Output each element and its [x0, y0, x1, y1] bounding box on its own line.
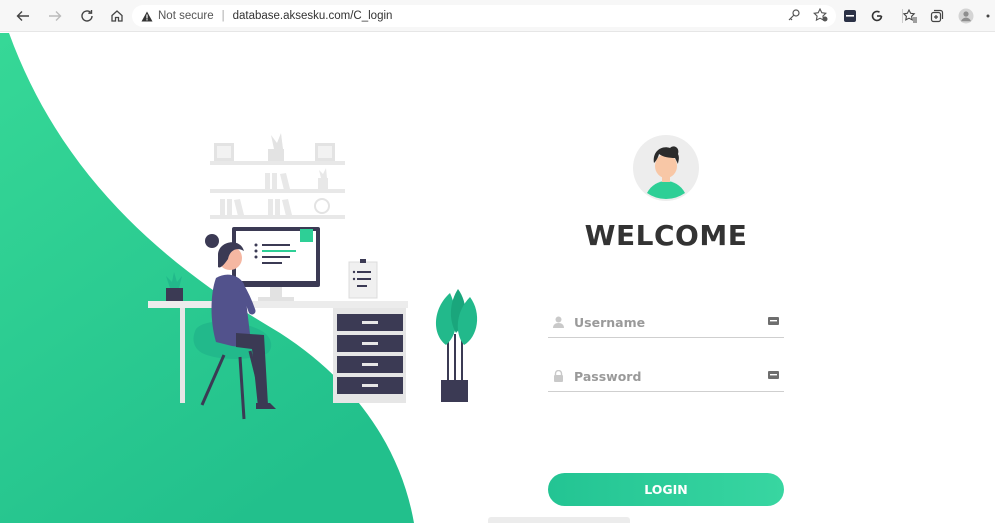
- back-icon[interactable]: [12, 5, 34, 27]
- autofill-key-icon[interactable]: [768, 316, 779, 326]
- browser-toolbar: Not secure | database.aksesku.com/C_logi…: [0, 0, 995, 32]
- home-icon[interactable]: [106, 5, 128, 27]
- login-button[interactable]: LOGIN: [548, 473, 784, 506]
- floor-plant: [435, 289, 478, 402]
- document-stand: [348, 259, 378, 299]
- hero-illustration: [0, 33, 478, 523]
- address-bar[interactable]: Not secure | database.aksesku.com/C_logi…: [132, 5, 836, 27]
- username-field[interactable]: [548, 307, 784, 338]
- extension-icon[interactable]: [839, 5, 861, 27]
- security-label[interactable]: Not secure: [158, 10, 214, 22]
- reload-icon[interactable]: [76, 5, 98, 27]
- key-icon[interactable]: [787, 8, 801, 25]
- refresh-extension-icon[interactable]: [866, 5, 888, 27]
- favorite-add-icon[interactable]: [813, 7, 828, 25]
- more-icon[interactable]: [982, 5, 995, 27]
- warning-icon: [141, 11, 153, 22]
- forward-icon[interactable]: [44, 5, 66, 27]
- profile-icon[interactable]: [955, 5, 977, 27]
- autofill-key-icon[interactable]: [768, 370, 779, 380]
- collections-icon[interactable]: [926, 5, 948, 27]
- user-icon: [551, 315, 565, 329]
- bottom-edge-shape: [488, 517, 630, 523]
- password-field[interactable]: [548, 361, 784, 392]
- address-divider: |: [221, 10, 225, 22]
- password-input[interactable]: [572, 367, 756, 385]
- login-page: WELCOME LOGIN: [0, 33, 995, 523]
- url-text[interactable]: database.aksesku.com/C_login: [233, 10, 393, 22]
- username-input[interactable]: [572, 313, 756, 331]
- favorites-icon[interactable]: [899, 5, 921, 27]
- lock-icon: [551, 369, 565, 383]
- wall-shelves: [210, 133, 345, 219]
- user-avatar-icon: [633, 135, 699, 201]
- welcome-title: WELCOME: [584, 219, 748, 252]
